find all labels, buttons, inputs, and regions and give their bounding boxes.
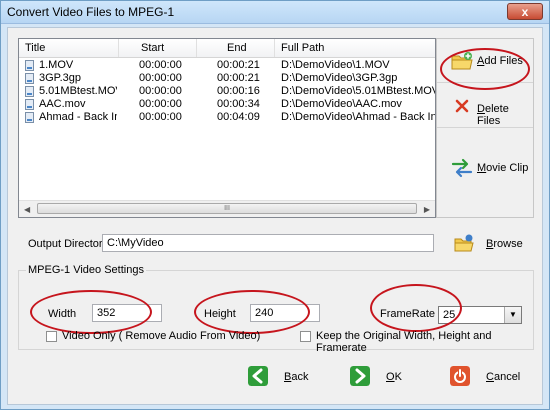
column-header-full-path[interactable]: Full Path bbox=[275, 39, 435, 57]
add-files-highlight-circle bbox=[440, 48, 530, 90]
row-title: Ahmad - Back In ... bbox=[39, 111, 117, 123]
video-file-icon bbox=[25, 73, 34, 84]
scroll-right-icon[interactable]: ▶ bbox=[424, 205, 430, 214]
row-path: D:\DemoVideo\AAC.mov bbox=[281, 98, 402, 110]
window-title: Convert Video Files to MPEG-1 bbox=[7, 5, 175, 19]
browse-button[interactable]: Browse bbox=[448, 234, 532, 256]
settings-group-title: MPEG-1 Video Settings bbox=[26, 264, 146, 276]
dialog-content: Title Start End Full Path 1.MOV 00:00:00… bbox=[7, 27, 543, 405]
video-only-checkbox[interactable] bbox=[46, 331, 57, 342]
row-title: 3GP.3gp bbox=[39, 72, 82, 84]
table-row[interactable]: 5.01MBtest.MOV 00:00:00 00:00:16 D:\Demo… bbox=[19, 85, 435, 98]
row-start: 00:00:00 bbox=[139, 72, 182, 84]
file-list[interactable]: Title Start End Full Path 1.MOV 00:00:00… bbox=[18, 38, 436, 218]
row-path: D:\DemoVideo\1.MOV bbox=[281, 59, 390, 71]
output-directory-input[interactable]: C:\MyVideo bbox=[102, 234, 434, 252]
row-title: 5.01MBtest.MOV bbox=[39, 85, 117, 97]
row-title: AAC.mov bbox=[39, 98, 86, 110]
cancel-label: Cancel bbox=[486, 371, 521, 383]
column-header-title[interactable]: Title bbox=[19, 39, 119, 57]
row-end: 00:00:16 bbox=[217, 85, 260, 97]
column-header-end[interactable]: End bbox=[197, 39, 275, 57]
video-file-icon bbox=[25, 86, 34, 97]
movie-clip-button[interactable]: Movie Clip bbox=[437, 128, 533, 218]
cancel-power-icon bbox=[450, 366, 470, 386]
delete-icon bbox=[455, 99, 469, 113]
row-end: 00:04:09 bbox=[217, 111, 260, 123]
video-file-icon bbox=[25, 99, 34, 110]
ok-label: OK bbox=[386, 371, 402, 383]
scrollbar-thumb[interactable]: III bbox=[37, 203, 417, 214]
row-title: 1.MOV bbox=[39, 59, 74, 71]
row-start: 00:00:00 bbox=[139, 98, 182, 110]
width-highlight-circle bbox=[30, 290, 152, 334]
height-highlight-circle bbox=[194, 290, 310, 334]
row-end: 00:00:21 bbox=[217, 72, 260, 84]
column-header-start[interactable]: Start bbox=[119, 39, 197, 57]
row-end: 00:00:21 bbox=[217, 59, 260, 71]
chevron-down-icon[interactable]: ▼ bbox=[504, 307, 521, 323]
row-start: 00:00:00 bbox=[139, 85, 182, 97]
cancel-button[interactable]: Cancel bbox=[450, 366, 524, 390]
output-directory-label: Output Directory: bbox=[28, 238, 112, 250]
close-button[interactable]: x bbox=[507, 3, 543, 20]
video-file-icon bbox=[25, 112, 34, 123]
keep-original-checkbox[interactable] bbox=[300, 331, 311, 342]
delete-files-label: Delete Files bbox=[477, 103, 509, 127]
row-path: D:\DemoVideo\5.01MBtest.MOV bbox=[281, 85, 435, 97]
swap-arrows-icon bbox=[451, 158, 473, 178]
back-arrow-icon bbox=[248, 366, 268, 386]
row-end: 00:00:34 bbox=[217, 98, 260, 110]
table-row[interactable]: 3GP.3gp 00:00:00 00:00:21 D:\DemoVideo\3… bbox=[19, 72, 435, 85]
video-only-label[interactable]: Video Only ( Remove Audio From Video) bbox=[62, 330, 260, 342]
table-row[interactable]: AAC.mov 00:00:00 00:00:34 D:\DemoVideo\A… bbox=[19, 98, 435, 111]
scroll-left-icon[interactable]: ◀ bbox=[24, 205, 30, 214]
movie-clip-label: Movie Clip bbox=[477, 162, 529, 174]
framerate-highlight-circle bbox=[370, 284, 462, 332]
row-path: D:\DemoVideo\3GP.3gp bbox=[281, 72, 398, 84]
ok-button[interactable]: OK bbox=[350, 366, 406, 390]
row-path: D:\DemoVideo\Ahmad - Back In The D bbox=[281, 111, 435, 123]
row-start: 00:00:00 bbox=[139, 59, 182, 71]
table-row[interactable]: Ahmad - Back In ... 00:00:00 00:04:09 D:… bbox=[19, 111, 435, 124]
back-label: Back bbox=[284, 371, 309, 383]
list-header: Title Start End Full Path bbox=[19, 39, 435, 58]
folder-browse-icon bbox=[454, 234, 474, 252]
video-file-icon bbox=[25, 60, 34, 71]
title-bar[interactable]: Convert Video Files to MPEG-1 x bbox=[1, 1, 549, 24]
row-start: 00:00:00 bbox=[139, 111, 182, 123]
browse-label: Browse bbox=[486, 238, 523, 250]
convert-window: Convert Video Files to MPEG-1 x Title St… bbox=[0, 0, 550, 410]
horizontal-scrollbar[interactable]: ◀ III ▶ bbox=[19, 200, 435, 217]
back-button[interactable]: Back bbox=[248, 366, 312, 390]
ok-arrow-icon bbox=[350, 366, 370, 386]
table-row[interactable]: 1.MOV 00:00:00 00:00:21 D:\DemoVideo\1.M… bbox=[19, 59, 435, 72]
keep-original-label[interactable]: Keep the Original Width, Height and Fram… bbox=[316, 330, 542, 354]
